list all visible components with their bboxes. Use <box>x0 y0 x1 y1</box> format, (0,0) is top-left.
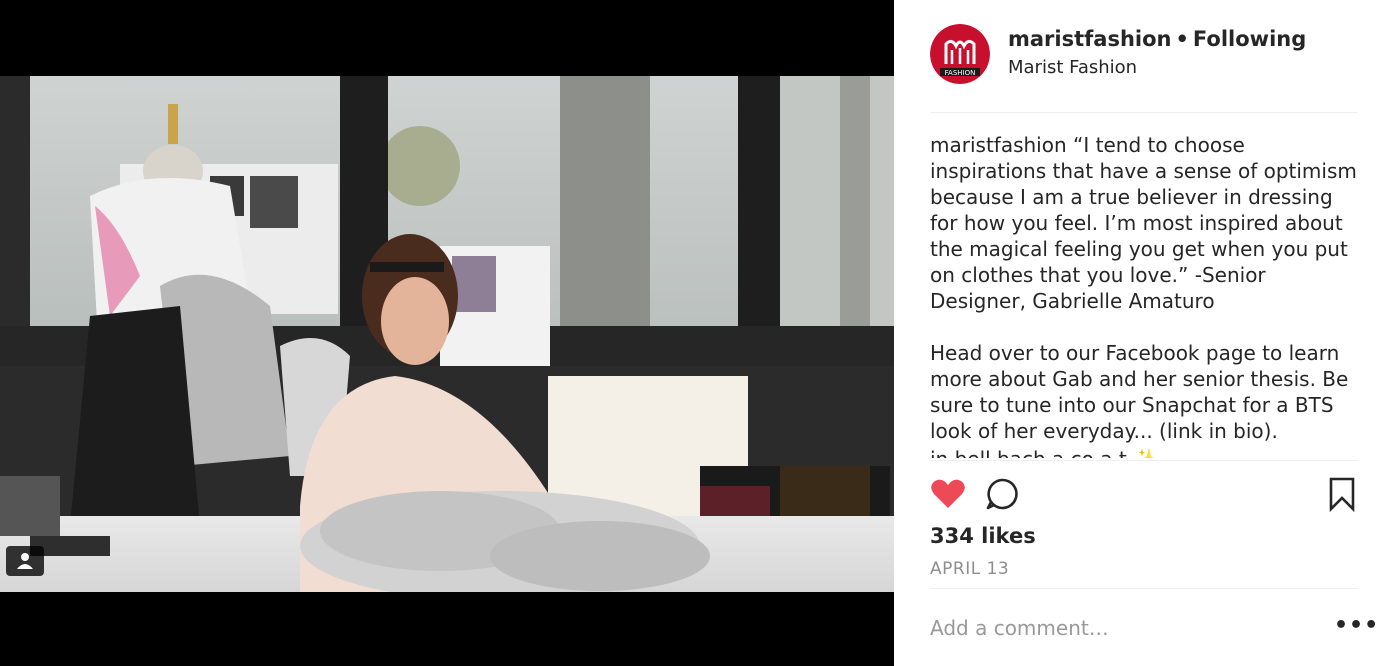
header-divider <box>930 112 1358 113</box>
action-bar <box>930 474 1358 514</box>
save-button[interactable] <box>1322 474 1362 514</box>
caption-line-5: the magical feeling you get when you put <box>930 237 1348 261</box>
like-button[interactable] <box>928 474 968 514</box>
comment-button[interactable] <box>982 474 1022 514</box>
caption-line-1: maristfashion “I tend to choose <box>930 133 1245 157</box>
caption-line-10: sure to tune into our Snapchat for a BTS <box>930 393 1334 417</box>
comment-divider <box>930 588 1358 589</box>
caption-gap <box>930 314 1366 340</box>
caption-line-11: look of her everyday... (link in bio). <box>930 419 1278 443</box>
header-title-row: maristfashion • Following <box>1008 27 1306 51</box>
post-caption: maristfashion “I tend to choose inspirat… <box>930 132 1366 458</box>
caption-line-2: inspirations that have a sense of optimi… <box>930 159 1357 183</box>
post-photo[interactable] <box>0 76 894 592</box>
bookmark-icon <box>1329 477 1355 513</box>
user-tag-icon <box>17 553 33 569</box>
post-date[interactable]: APRIL 13 <box>930 559 1009 579</box>
heart-icon <box>931 479 965 508</box>
caption-line-9: more about Gab and her senior thesis. Be <box>930 367 1349 391</box>
user-tag-button[interactable] <box>6 546 44 576</box>
marist-fashion-logo: FASHION <box>930 24 990 84</box>
caption-line-4: for how you feel. I’m most inspired abou… <box>930 211 1343 235</box>
caption-line-8: Head over to our Facebook page to learn <box>930 341 1340 365</box>
post-side-panel: FASHION maristfashion • Following Marist F… <box>894 0 1388 666</box>
comment-input[interactable] <box>930 612 1310 644</box>
account-subtitle: Marist Fashion <box>1008 57 1138 78</box>
caption-line-6: on clothes that you love.” -Senior <box>930 263 1266 287</box>
photo-illustration <box>0 76 894 592</box>
following-button[interactable]: Following <box>1193 27 1306 51</box>
post-header: FASHION maristfashion • Following Marist F… <box>894 0 1388 112</box>
caption-cut-line: in bell bach a co a t ✨ <box>930 446 1366 458</box>
comment-icon <box>986 478 1018 510</box>
username-link[interactable]: maristfashion <box>1008 27 1171 51</box>
caption-line-7: Designer, Gabrielle Amaturo <box>930 289 1215 313</box>
caption-author-link[interactable]: maristfashion <box>930 133 1067 157</box>
more-options-button[interactable]: ••• <box>1334 615 1378 638</box>
separator-dot: • <box>1175 27 1189 51</box>
caption-divider <box>930 460 1358 461</box>
post-media <box>0 0 894 666</box>
likes-count[interactable]: 334 likes <box>930 524 1036 548</box>
avatar[interactable]: FASHION <box>930 24 990 84</box>
svg-text:FASHION: FASHION <box>945 69 976 77</box>
caption-line-3: because I am a true believer in dressing <box>930 185 1333 209</box>
